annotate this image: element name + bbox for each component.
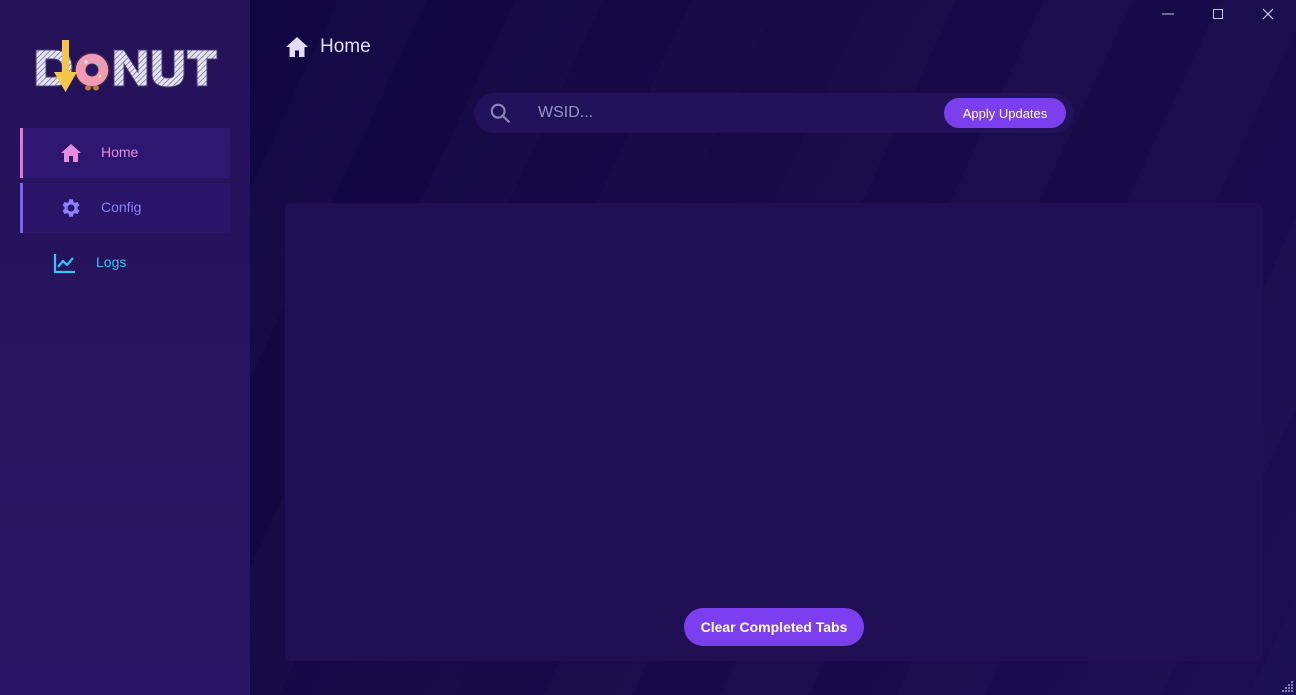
search-bar: Apply Updates — [474, 93, 1074, 133]
wsid-input[interactable] — [538, 101, 928, 125]
maximize-icon — [1213, 9, 1223, 19]
search-icon — [490, 103, 510, 123]
sidebar-item-label: Logs — [96, 254, 127, 270]
sidebar: Home Config Logs — [0, 0, 250, 695]
page-header: Home — [284, 34, 371, 60]
sidebar-item-config[interactable]: Config — [20, 183, 230, 233]
close-button[interactable] — [1245, 0, 1291, 28]
logo-graphic — [35, 40, 218, 92]
minimize-icon — [1162, 13, 1174, 15]
maximize-button[interactable] — [1195, 0, 1241, 28]
home-icon — [286, 37, 308, 57]
apply-updates-button[interactable]: Apply Updates — [944, 98, 1066, 128]
resize-grip-icon[interactable] — [1280, 679, 1294, 693]
clear-completed-tabs-button[interactable]: Clear Completed Tabs — [684, 608, 864, 646]
tabs-panel: Clear Completed Tabs — [285, 203, 1263, 661]
sidebar-item-label: Config — [101, 199, 142, 215]
gear-icon — [62, 199, 80, 217]
chart-line-icon — [53, 254, 75, 274]
sidebar-item-label: Home — [101, 144, 139, 160]
page-title: Home — [320, 36, 371, 57]
app-window: Home Config Logs Home WSID... Apply Upda… — [0, 0, 1296, 695]
sidebar-item-home[interactable]: Home — [20, 128, 230, 178]
donut-logo — [34, 38, 220, 94]
minimize-button[interactable] — [1145, 0, 1191, 28]
sidebar-item-logs[interactable]: Logs — [20, 238, 230, 288]
home-icon — [61, 144, 81, 162]
close-icon — [1262, 8, 1274, 20]
